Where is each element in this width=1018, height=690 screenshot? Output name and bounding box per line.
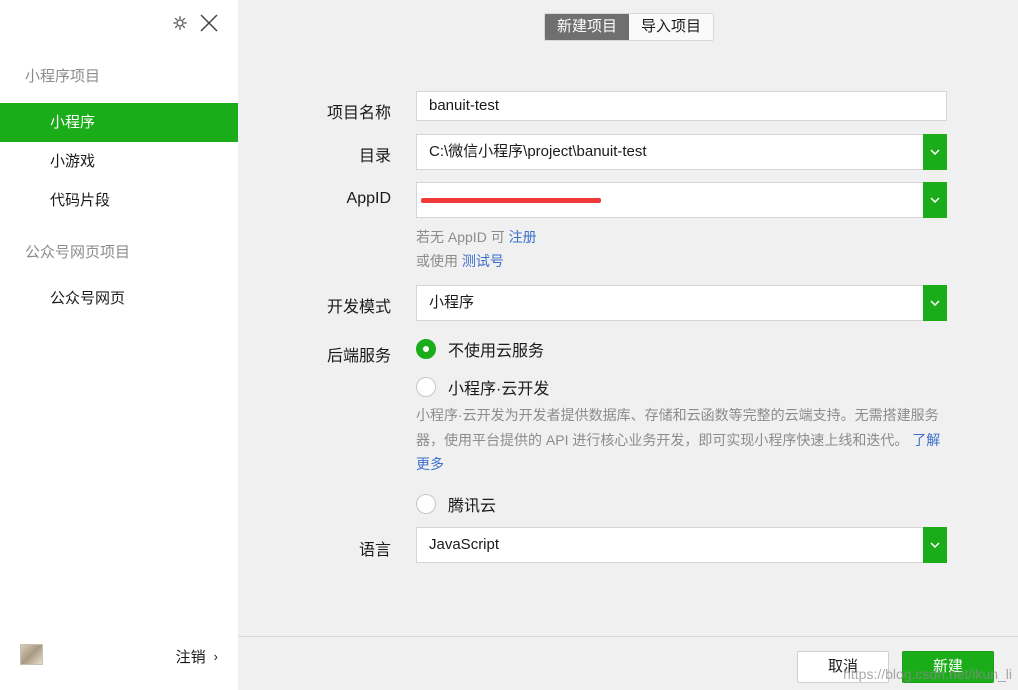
directory-value: C:\微信小程序\project\banuit-test <box>429 143 647 160</box>
watermark: https://blog.csdn.net/ikun_li <box>843 666 1012 682</box>
dev-mode-label: 开发模式 <box>326 299 391 316</box>
chevron-right-icon: › <box>213 649 218 664</box>
chevron-down-icon[interactable] <box>923 285 947 321</box>
dev-mode-select[interactable]: 小程序 <box>416 285 947 321</box>
redaction-mark <box>421 198 601 203</box>
avatar[interactable] <box>20 644 43 665</box>
sidebar-footer: 注销 › <box>0 634 238 690</box>
section-title-miniprogram: 小程序项目 <box>25 68 101 85</box>
sidebar-item-minigame[interactable]: 小游戏 <box>0 142 238 181</box>
backend-option-cloud-dev[interactable]: 小程序·云开发 <box>416 375 549 399</box>
logout-button[interactable]: 注销 › <box>176 646 218 667</box>
language-label: 语言 <box>358 542 391 559</box>
directory-label: 目录 <box>358 148 391 165</box>
project-name-label: 项目名称 <box>326 105 391 122</box>
chevron-down-icon[interactable] <box>923 527 947 563</box>
appid-hint-text: 若无 AppID 可 <box>416 229 505 245</box>
main-panel: 新建项目 导入项目 项目名称 banuit-test 目录 C:\微信小程序\p… <box>238 0 1018 690</box>
sidebar: 小程序项目 小程序 小游戏 代码片段 公众号网页项目 公众号网页 注销 › <box>0 0 238 690</box>
section-title-official-account: 公众号网页项目 <box>25 244 131 261</box>
backend-label: 后端服务 <box>326 348 391 365</box>
radio-icon[interactable] <box>416 377 436 397</box>
chevron-down-icon[interactable] <box>923 134 947 170</box>
backend-option-none[interactable]: 不使用云服务 <box>416 337 544 361</box>
footer-bar: 取消 新建 https://blog.csdn.net/ikun_li <box>238 636 1018 690</box>
backend-option-label: 小程序·云开发 <box>448 381 550 398</box>
project-name-input[interactable]: banuit-test <box>416 91 947 121</box>
appid-select[interactable] <box>416 182 947 218</box>
cloud-dev-description: 小程序·云开发为开发者提供数据库、存储和云函数等完整的云端支持。无需搭建服务器，… <box>416 403 950 477</box>
test-account-link[interactable]: 测试号 <box>462 253 504 269</box>
appid-register-hint: 若无 AppID 可 注册 <box>416 227 537 247</box>
gear-icon[interactable] <box>170 13 190 33</box>
dev-mode-value: 小程序 <box>429 294 475 311</box>
radio-icon[interactable] <box>416 494 436 514</box>
backend-option-tencent-cloud[interactable]: 腾讯云 <box>416 492 496 516</box>
sidebar-item-miniprogram[interactable]: 小程序 <box>0 103 238 142</box>
tab-new-project[interactable]: 新建项目 <box>545 14 630 40</box>
language-select[interactable]: JavaScript <box>416 527 947 563</box>
language-value: JavaScript <box>429 536 500 553</box>
directory-select[interactable]: C:\微信小程序\project\banuit-test <box>416 134 947 170</box>
project-name-value: banuit-test <box>429 97 500 114</box>
project-tabs: 新建项目 导入项目 <box>544 13 715 41</box>
appid-test-hint: 或使用 测试号 <box>416 251 504 271</box>
sidebar-item-code-snippet[interactable]: 代码片段 <box>0 181 238 220</box>
chevron-down-icon[interactable] <box>923 182 947 218</box>
radio-checked-icon[interactable] <box>416 339 436 359</box>
appid-alt-text: 或使用 <box>416 253 458 269</box>
close-icon[interactable] <box>196 10 222 36</box>
register-link[interactable]: 注册 <box>509 229 537 245</box>
logout-label: 注销 <box>175 649 206 666</box>
cloud-desc-text: 小程序·云开发为开发者提供数据库、存储和云函数等完整的云端支持。无需搭建服务器，… <box>416 407 939 448</box>
backend-option-label: 不使用云服务 <box>448 343 545 360</box>
appid-label: AppID <box>346 190 391 207</box>
tab-import-project[interactable]: 导入项目 <box>629 14 714 40</box>
window-controls <box>170 10 222 36</box>
sidebar-item-official-account-web[interactable]: 公众号网页 <box>0 279 238 318</box>
backend-option-label: 腾讯云 <box>448 498 497 515</box>
